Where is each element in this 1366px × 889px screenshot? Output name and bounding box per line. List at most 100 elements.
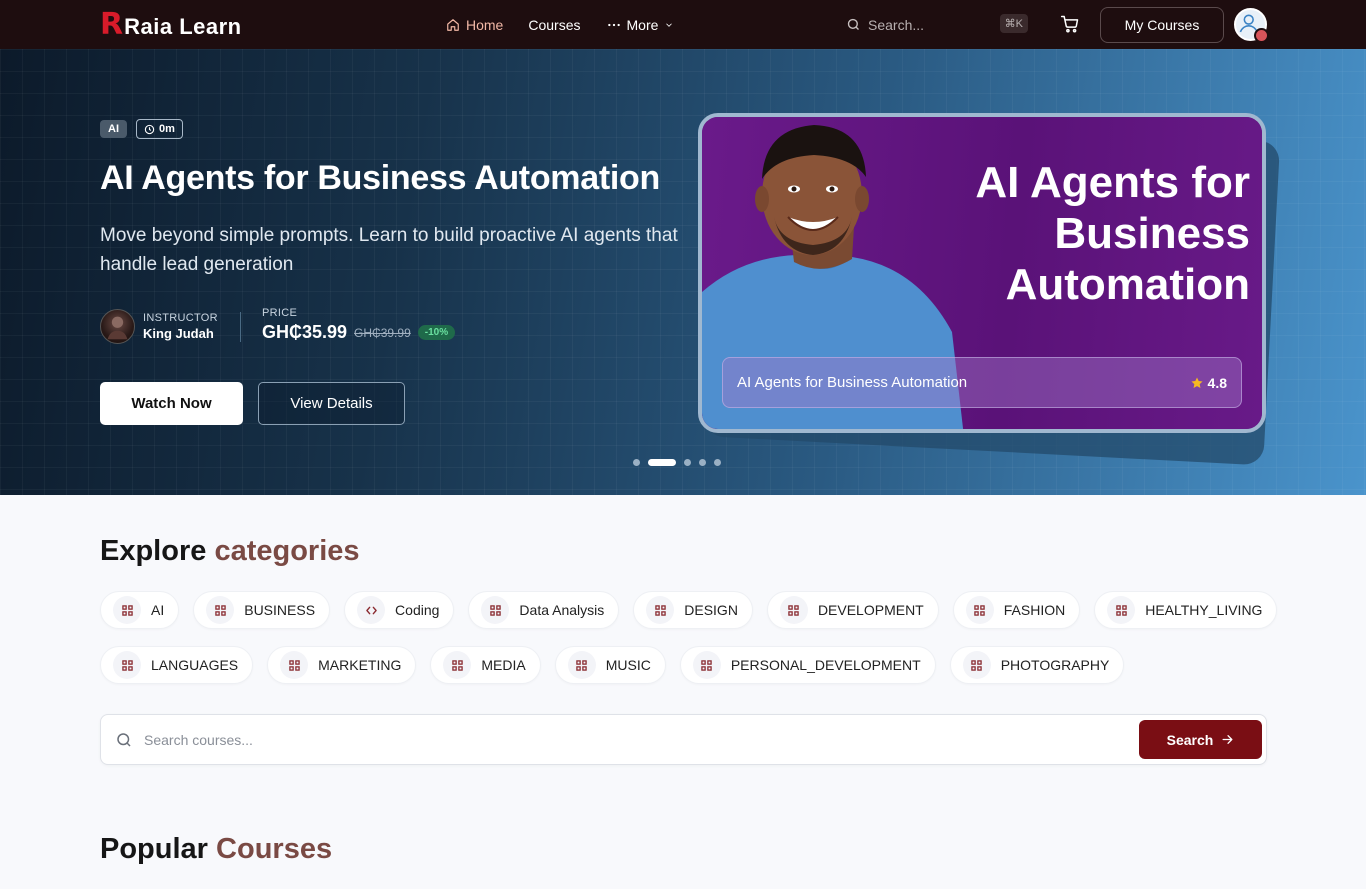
price-block: PRICE GH₵35.99 GH₵39.99 -10% xyxy=(262,307,456,343)
category-chip-fashion[interactable]: FASHION xyxy=(952,591,1081,629)
chip-label: BUSINESS xyxy=(244,602,316,618)
search-icon xyxy=(117,732,131,747)
category-chip-media[interactable]: MEDIA xyxy=(430,646,541,684)
hero-carousel: AI 0m AI Agents for Business Automation … xyxy=(0,49,1366,495)
chip-label: DEVELOPMENT xyxy=(817,602,924,618)
nav-search-box[interactable]: ⌘K xyxy=(838,10,1030,39)
hero-title: AI Agents for Business Automation xyxy=(100,159,660,197)
logo-text: Raia Learn xyxy=(124,14,242,39)
category-chip-photography[interactable]: PHOTOGRAPHY xyxy=(949,646,1125,684)
person-silhouette-icon xyxy=(107,316,128,340)
card-footer: AI Agents for Business Automation 4.8 xyxy=(722,357,1242,408)
search-icon xyxy=(847,18,859,30)
logo-mark: R xyxy=(100,7,124,42)
category-chip-coding[interactable]: Coding xyxy=(344,591,455,629)
arrow-right-icon xyxy=(1222,735,1233,744)
category-chip-ai[interactable]: AI xyxy=(100,591,180,629)
heading-accent: Courses xyxy=(216,833,333,865)
course-search-input[interactable] xyxy=(144,731,1104,748)
featured-course-card[interactable]: AI Agents for Business Automation AI Age… xyxy=(698,113,1266,433)
watch-now-button[interactable]: Watch Now xyxy=(100,382,243,425)
card-headline: AI Agents for Business Automation xyxy=(975,158,1250,309)
instructor-block: INSTRUCTOR King Judah xyxy=(100,309,218,344)
chip-label: Data Analysis xyxy=(519,602,605,618)
my-courses-button[interactable]: My Courses xyxy=(1100,7,1224,43)
chip-label: FASHION xyxy=(1003,602,1066,618)
grid-icon xyxy=(215,604,226,616)
old-price: GH₵39.99 xyxy=(354,325,411,340)
category-chip-business[interactable]: BUSINESS xyxy=(193,591,331,629)
cart-icon[interactable] xyxy=(1060,14,1080,34)
instructor-avatar xyxy=(100,309,135,344)
nav-link-home[interactable]: Home xyxy=(446,17,503,33)
categories-heading: Explore categories xyxy=(100,535,360,568)
view-details-button[interactable]: View Details xyxy=(258,382,405,425)
carousel-dot-active[interactable] xyxy=(648,459,676,466)
home-icon xyxy=(447,18,459,31)
heading-plain: Popular xyxy=(100,833,208,865)
chip-label: HEALTHY_LIVING xyxy=(1145,602,1263,618)
nav-search-input[interactable] xyxy=(868,16,988,33)
carousel-dot[interactable] xyxy=(699,459,706,466)
nav-link-more[interactable]: More xyxy=(607,17,675,33)
chip-label: MEDIA xyxy=(481,657,526,673)
duration-tag: 0m xyxy=(136,119,183,139)
price-label: PRICE xyxy=(262,307,298,319)
logo[interactable]: R Raia Learn xyxy=(100,10,242,40)
category-tag: AI xyxy=(100,120,127,138)
card-course-title: AI Agents for Business Automation xyxy=(737,374,968,391)
category-chip-healthy-living[interactable]: HEALTHY_LIVING xyxy=(1094,591,1278,629)
instructor-name: King Judah xyxy=(143,326,214,341)
category-row: AI BUSINESS Coding Data Analysis DESIGN … xyxy=(100,591,1278,629)
grid-icon xyxy=(788,604,800,616)
category-chip-languages[interactable]: LANGUAGES xyxy=(100,646,254,684)
course-search-bar: Search xyxy=(100,714,1267,765)
hero-divider xyxy=(240,312,241,342)
search-button[interactable]: Search xyxy=(1139,720,1262,759)
carousel-dot[interactable] xyxy=(633,459,640,466)
nav-link-label: Home xyxy=(466,16,504,33)
nav-link-label: More xyxy=(626,16,659,33)
top-navbar: R Raia Learn Home Courses More ⌘K My Cou… xyxy=(0,0,1366,49)
chip-label: Coding xyxy=(395,602,440,618)
heading-plain: Explore xyxy=(100,535,207,567)
chip-label: PHOTOGRAPHY xyxy=(1000,657,1110,673)
hero-description: Move beyond simple prompts. Learn to bui… xyxy=(100,225,678,275)
grid-icon xyxy=(121,604,133,616)
category-chips: AI BUSINESS Coding Data Analysis DESIGN … xyxy=(100,591,1278,701)
category-chip-personal-development[interactable]: PERSONAL_DEVELOPMENT xyxy=(679,646,936,684)
chip-label: MUSIC xyxy=(605,657,651,673)
carousel-dots xyxy=(633,459,721,466)
code-icon xyxy=(365,606,377,614)
grid-icon xyxy=(490,604,501,616)
duration-value: 0m xyxy=(159,123,175,135)
star-icon xyxy=(1190,376,1203,388)
search-button-label: Search xyxy=(1166,731,1214,748)
category-chip-data-analysis[interactable]: Data Analysis xyxy=(468,591,620,629)
category-chip-development[interactable]: DEVELOPMENT xyxy=(766,591,939,629)
price-row: GH₵35.99 GH₵39.99 -10% xyxy=(262,322,456,343)
category-row: LANGUAGES MARKETING MEDIA MUSIC PERSONAL… xyxy=(100,646,1270,684)
popular-courses-heading: Popular Courses xyxy=(100,833,332,866)
heading-accent: categories xyxy=(214,535,360,567)
nav-link-courses[interactable]: Courses xyxy=(528,17,580,33)
grid-icon xyxy=(452,659,463,671)
category-chip-design[interactable]: DESIGN xyxy=(633,591,753,629)
chip-label: AI xyxy=(151,602,165,618)
carousel-dot[interactable] xyxy=(684,459,691,466)
grid-icon xyxy=(655,604,666,616)
chip-label: MARKETING xyxy=(318,657,402,673)
rating-value: 4.8 xyxy=(1207,374,1227,391)
grid-icon xyxy=(288,659,300,671)
carousel-dot[interactable] xyxy=(714,459,721,466)
discount-badge: -10% xyxy=(417,325,456,340)
grid-icon xyxy=(576,659,587,671)
category-chip-marketing[interactable]: MARKETING xyxy=(267,646,417,684)
chip-label: DESIGN xyxy=(684,602,738,618)
instructor-label: INSTRUCTOR xyxy=(143,312,218,324)
course-rating: 4.8 xyxy=(1190,375,1227,391)
chip-label: LANGUAGES xyxy=(151,657,239,673)
current-price: GH₵35.99 xyxy=(262,322,348,342)
notification-badge xyxy=(1254,28,1269,43)
category-chip-music[interactable]: MUSIC xyxy=(554,646,666,684)
